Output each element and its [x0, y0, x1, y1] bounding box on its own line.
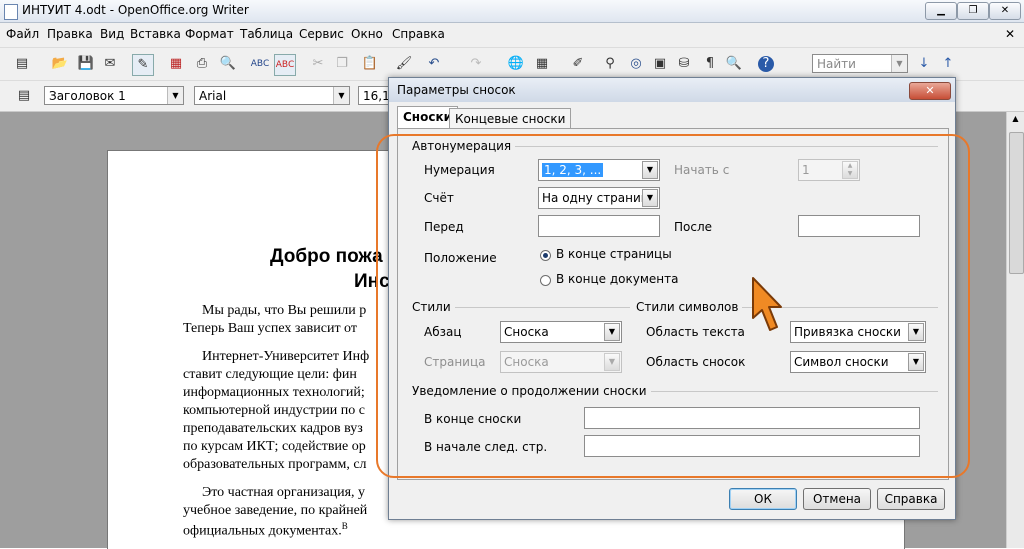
- cut-icon[interactable]: ✂: [308, 54, 328, 74]
- menu-view[interactable]: Вид: [100, 27, 124, 41]
- open-folder-icon[interactable]: 📂: [50, 54, 70, 74]
- pointer-arrow-icon: [752, 277, 782, 331]
- highlight-frame: [376, 134, 970, 478]
- menu-table[interactable]: Таблица: [240, 27, 293, 41]
- paragraph-style-select[interactable]: Заголовок 1 ▼: [44, 86, 184, 105]
- doc-line: Теперь Ваш успех зависит от: [183, 321, 357, 336]
- find-next-icon[interactable]: ↓: [914, 54, 934, 74]
- doc-line: преподавательских кадров вуз: [183, 421, 363, 436]
- close-window-button[interactable]: ✕: [989, 2, 1021, 20]
- find-binoculars-icon[interactable]: ⚲: [600, 54, 620, 74]
- chevron-down-icon[interactable]: ▼: [167, 87, 183, 104]
- minimize-button[interactable]: ▁: [925, 2, 957, 20]
- font-name-value: Arial: [199, 89, 227, 103]
- doc-line: ставит следующие цели: фин: [183, 367, 357, 382]
- data-sources-icon[interactable]: ⛁: [674, 54, 694, 74]
- dialog-close-button[interactable]: ✕: [909, 82, 951, 100]
- format-paintbrush-icon[interactable]: 🖌: [394, 54, 414, 74]
- font-size-value: 16,1: [363, 89, 390, 103]
- dialog-title: Параметры сносок: [397, 83, 516, 97]
- menu-window[interactable]: Окно: [351, 27, 383, 41]
- navigator-compass-icon[interactable]: ◎: [626, 54, 646, 74]
- menu-help[interactable]: Справка: [392, 27, 445, 41]
- scroll-up-arrow[interactable]: ▲: [1008, 114, 1023, 128]
- save-icon[interactable]: 💾: [76, 54, 96, 74]
- doc-line: Это частная организация, у: [202, 485, 366, 500]
- zoom-icon[interactable]: 🔍: [724, 54, 744, 74]
- print-icon[interactable]: ⎙: [192, 54, 212, 74]
- spellcheck-icon[interactable]: ABC: [250, 54, 270, 74]
- nonprinting-chars-icon[interactable]: ¶: [700, 54, 720, 74]
- vertical-scrollbar[interactable]: ▲: [1006, 112, 1024, 548]
- doc-line: информационных технологий;: [183, 385, 365, 400]
- menu-insert[interactable]: Вставка: [130, 27, 181, 41]
- find-input[interactable]: Найти ▼: [812, 54, 908, 73]
- window-title: ИНТУИТ 4.odt - OpenOffice.org Writer: [22, 3, 249, 17]
- paragraph-style-value: Заголовок 1: [49, 89, 126, 103]
- dialog-titlebar: Параметры сносок ✕: [389, 78, 955, 102]
- page-preview-icon[interactable]: 🔍: [218, 54, 238, 74]
- menu-format[interactable]: Формат: [185, 27, 234, 41]
- find-placeholder: Найти: [817, 57, 856, 71]
- help-icon[interactable]: ?: [758, 56, 774, 72]
- close-document-icon[interactable]: ✕: [1005, 27, 1015, 41]
- doc-line: Мы рады, что Вы решили р: [202, 303, 367, 318]
- doc-line: компьютерной индустрии по с: [183, 403, 365, 418]
- menu-tools[interactable]: Сервис: [299, 27, 344, 41]
- styles-icon[interactable]: ▤: [14, 86, 34, 106]
- app-icon: [4, 4, 18, 20]
- ok-button[interactable]: ОК: [729, 488, 797, 510]
- edit-mode-icon[interactable]: ✎: [132, 54, 154, 76]
- font-name-select[interactable]: Arial ▼: [194, 86, 350, 105]
- table-icon[interactable]: ▦: [532, 54, 552, 74]
- menu-edit[interactable]: Правка: [47, 27, 93, 41]
- new-document-icon[interactable]: ▤: [12, 54, 32, 74]
- export-pdf-icon[interactable]: ▦: [166, 54, 186, 74]
- doc-line: учебное заведение, по крайней: [183, 503, 368, 518]
- autospellcheck-icon[interactable]: ABC: [274, 54, 296, 76]
- find-previous-icon[interactable]: ↑: [938, 54, 958, 74]
- navigator-icon[interactable]: 🌐: [506, 54, 526, 74]
- chevron-down-icon[interactable]: ▼: [891, 55, 907, 72]
- copy-icon[interactable]: ❐: [332, 54, 352, 74]
- footnote-anchor[interactable]: В: [342, 521, 348, 531]
- chevron-down-icon[interactable]: ▼: [333, 87, 349, 104]
- cancel-button[interactable]: Отмена: [803, 488, 871, 510]
- help-button[interactable]: Справка: [877, 488, 945, 510]
- doc-heading-line1: Добро пожа: [270, 246, 383, 267]
- doc-line: образовательных программ, сл: [183, 457, 367, 472]
- window-titlebar: ИНТУИТ 4.odt - OpenOffice.org Writer ▁ ❐…: [0, 0, 1024, 23]
- email-icon[interactable]: ✉: [100, 54, 120, 74]
- menu-bar: Файл Правка Вид Вставка Формат Таблица С…: [0, 23, 1024, 48]
- doc-line-text: официальных документах.: [183, 523, 342, 539]
- doc-line: по курсам ИКТ; содействие ор: [183, 439, 366, 454]
- draw-functions-icon[interactable]: ✐: [568, 54, 588, 74]
- doc-line: Интернет-Университет Инф: [202, 349, 370, 364]
- redo-icon[interactable]: ↷: [466, 54, 486, 74]
- paste-icon[interactable]: 📋: [360, 54, 380, 74]
- scrollbar-thumb[interactable]: [1009, 132, 1024, 274]
- gallery-icon[interactable]: ▣: [650, 54, 670, 74]
- maximize-button[interactable]: ❐: [957, 2, 989, 20]
- undo-icon[interactable]: ↶: [424, 54, 444, 74]
- menu-file[interactable]: Файл: [6, 27, 39, 41]
- doc-line: официальных документах.В: [183, 521, 348, 540]
- tab-endnotes[interactable]: Концевые сноски: [449, 108, 572, 129]
